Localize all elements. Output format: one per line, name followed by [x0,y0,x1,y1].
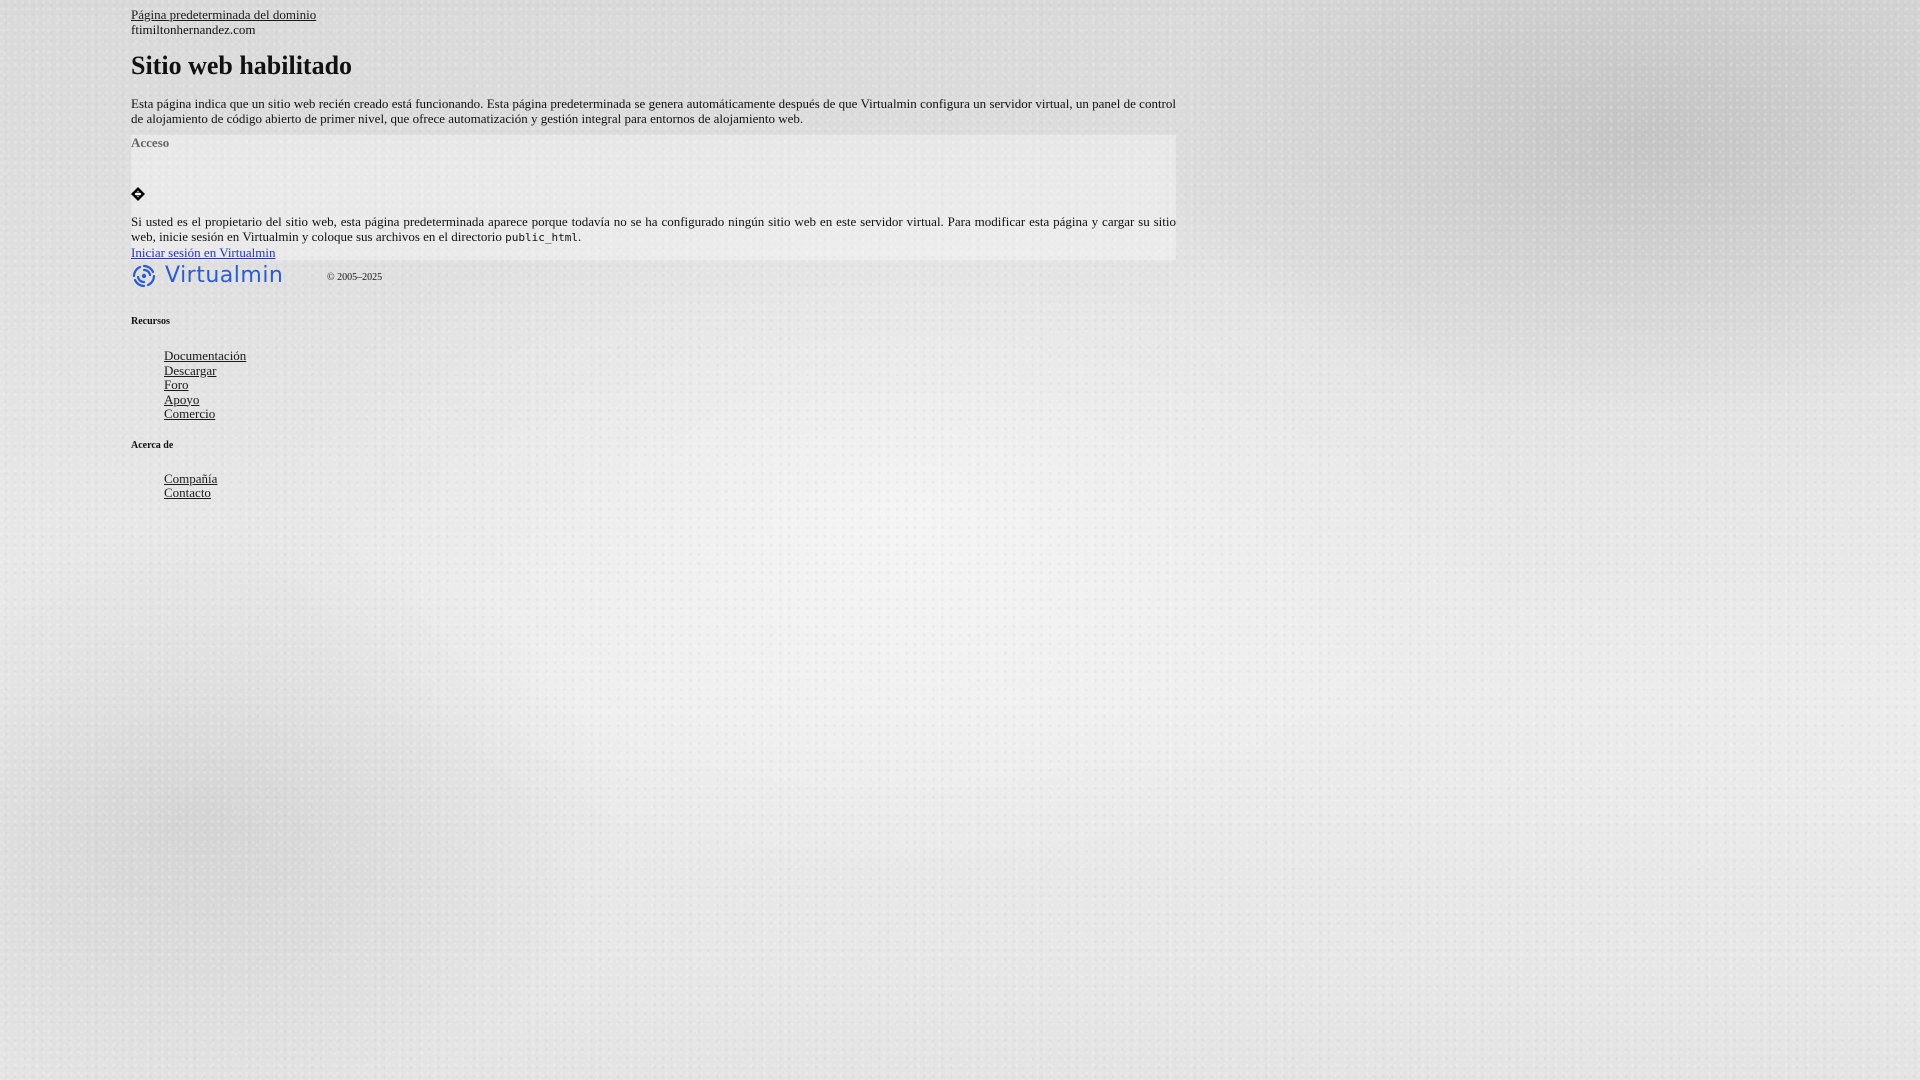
page-content: Página predeterminada del dominio ftimil… [131,0,1176,501]
intro-paragraph: Esta página indica que un sitio web reci… [131,96,1176,126]
owner-instructions: Si usted es el propietario del sitio web… [131,214,1176,245]
about-list: Compañía Contacto [131,471,1176,501]
list-item: Apoyo [164,392,1176,408]
virtualmin-swirl-icon [132,264,156,288]
support-link[interactable]: Apoyo [164,392,199,407]
virtualmin-login-link[interactable]: Iniciar sesión en Virtualmin [131,245,1176,260]
forum-link[interactable]: Foro [164,377,189,392]
resources-list: Documentación Descargar Foro Apoyo Comer… [131,348,1176,422]
list-item: Compañía [164,471,1176,487]
domain-name: ftimiltonhernandez.com [131,22,256,37]
page-title: Sitio web habilitado [131,51,353,80]
download-link[interactable]: Descargar [164,363,216,378]
list-item: Documentación [164,348,1176,364]
copyright-text: © 2005–2025 [327,272,383,283]
public-html-code: public_html [505,231,578,244]
resources-heading: Recursos [131,316,170,327]
owner-text-end: . [577,229,582,244]
list-item: Descargar [164,363,1176,379]
list-item: Contacto [164,485,1176,501]
owner-text: Si usted es el propietario del sitio web… [131,214,1176,244]
contact-link[interactable]: Contacto [164,485,211,500]
list-item: Foro [164,377,1176,393]
company-link[interactable]: Compañía [164,471,217,486]
virtualmin-logo[interactable]: Virtualmin [131,261,312,291]
list-item: Comercio [164,406,1176,422]
diamond-icon [131,187,145,201]
default-domain-page-link[interactable]: Página predeterminada del dominio [131,7,1176,22]
commerce-link[interactable]: Comercio [164,406,215,421]
about-heading: Acerca de [131,439,174,451]
virtualmin-logo-text: Virtualmin [165,263,284,288]
brand-footer: Virtualmin © 2005–2025 [131,261,1176,291]
documentation-link[interactable]: Documentación [164,348,246,363]
access-panel: Si usted es el propietario del sitio web… [131,135,1176,260]
